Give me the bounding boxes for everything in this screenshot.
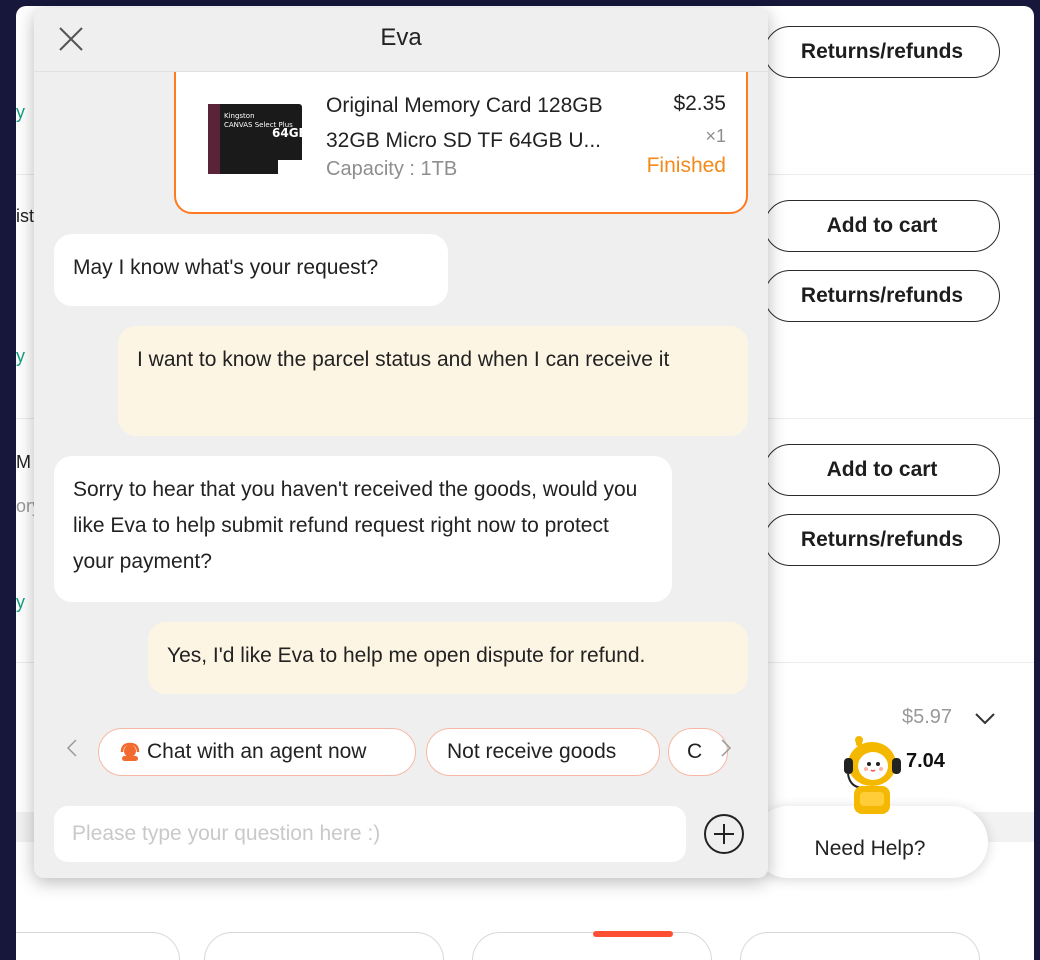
need-help-label: Need Help?	[814, 837, 926, 860]
product-quantity: ×1	[705, 126, 726, 146]
original-price: $5.97	[902, 706, 953, 728]
chevron-down-icon[interactable]	[974, 710, 996, 731]
product-image-capacity-text: 64GB	[272, 126, 308, 140]
bottom-tab[interactable]	[472, 931, 712, 960]
agent-headset-icon	[119, 741, 141, 763]
order-text-fragment: y	[16, 592, 25, 612]
bottom-tab[interactable]	[16, 932, 180, 960]
message-input-row	[34, 794, 768, 878]
add-to-cart-button[interactable]: Add to cart	[764, 444, 1000, 496]
add-to-cart-button[interactable]: Add to cart	[764, 200, 1000, 252]
order-text-fragment: ist	[16, 206, 34, 226]
product-price: $2.35	[673, 92, 726, 115]
message-input[interactable]	[54, 806, 686, 862]
returns-refunds-button[interactable]: Returns/refunds	[764, 270, 1000, 322]
user-message: I want to know the parcel status and whe…	[118, 326, 748, 436]
order-text-fragment: y	[16, 346, 25, 366]
order-text-fragment: y	[16, 102, 25, 122]
eva-chat-panel: Eva Kingston CANVAS Select Plus 64GB Ori…	[34, 8, 768, 878]
need-help-widget[interactable]: Need Help?	[752, 806, 988, 878]
add-attachment-icon[interactable]	[702, 812, 746, 856]
chevron-right-icon[interactable]	[720, 738, 732, 764]
order-total-price: 7.04	[906, 750, 945, 772]
returns-refunds-button[interactable]: Returns/refunds	[764, 514, 1000, 566]
bot-message: Sorry to hear that you haven't received …	[54, 456, 672, 602]
chevron-left-icon[interactable]	[66, 738, 78, 764]
returns-refunds-button[interactable]: Returns/refunds	[764, 26, 1000, 78]
assistant-mascot-icon[interactable]	[836, 736, 906, 816]
chat-header: Eva	[34, 8, 768, 72]
order-status: Finished	[646, 154, 726, 177]
quick-reply-label: Not receive goods	[447, 740, 617, 763]
bottom-tab[interactable]	[204, 932, 444, 960]
product-image: Kingston CANVAS Select Plus 64GB	[208, 104, 308, 174]
active-tab-indicator	[593, 931, 673, 937]
quick-reply-partial[interactable]: C	[668, 728, 728, 776]
bottom-tab[interactable]	[740, 932, 980, 960]
order-text-fragment: M	[16, 452, 31, 472]
product-name: Original Memory Card 128GB 32GB Micro SD…	[326, 94, 603, 152]
product-variant: Capacity : 1TB	[326, 158, 458, 180]
quick-reply-chat-agent[interactable]: Chat with an agent now	[98, 728, 416, 776]
quick-reply-not-receive[interactable]: Not receive goods	[426, 728, 660, 776]
quick-reply-label: Chat with an agent now	[147, 740, 367, 763]
user-message: Yes, I'd like Eva to help me open disput…	[148, 622, 748, 694]
quick-reply-label: C	[687, 740, 703, 763]
chat-title: Eva	[380, 24, 422, 51]
bot-message: May I know what's your request?	[54, 234, 448, 306]
quick-replies-bar: Chat with an agent now Not receive goods…	[34, 714, 768, 794]
